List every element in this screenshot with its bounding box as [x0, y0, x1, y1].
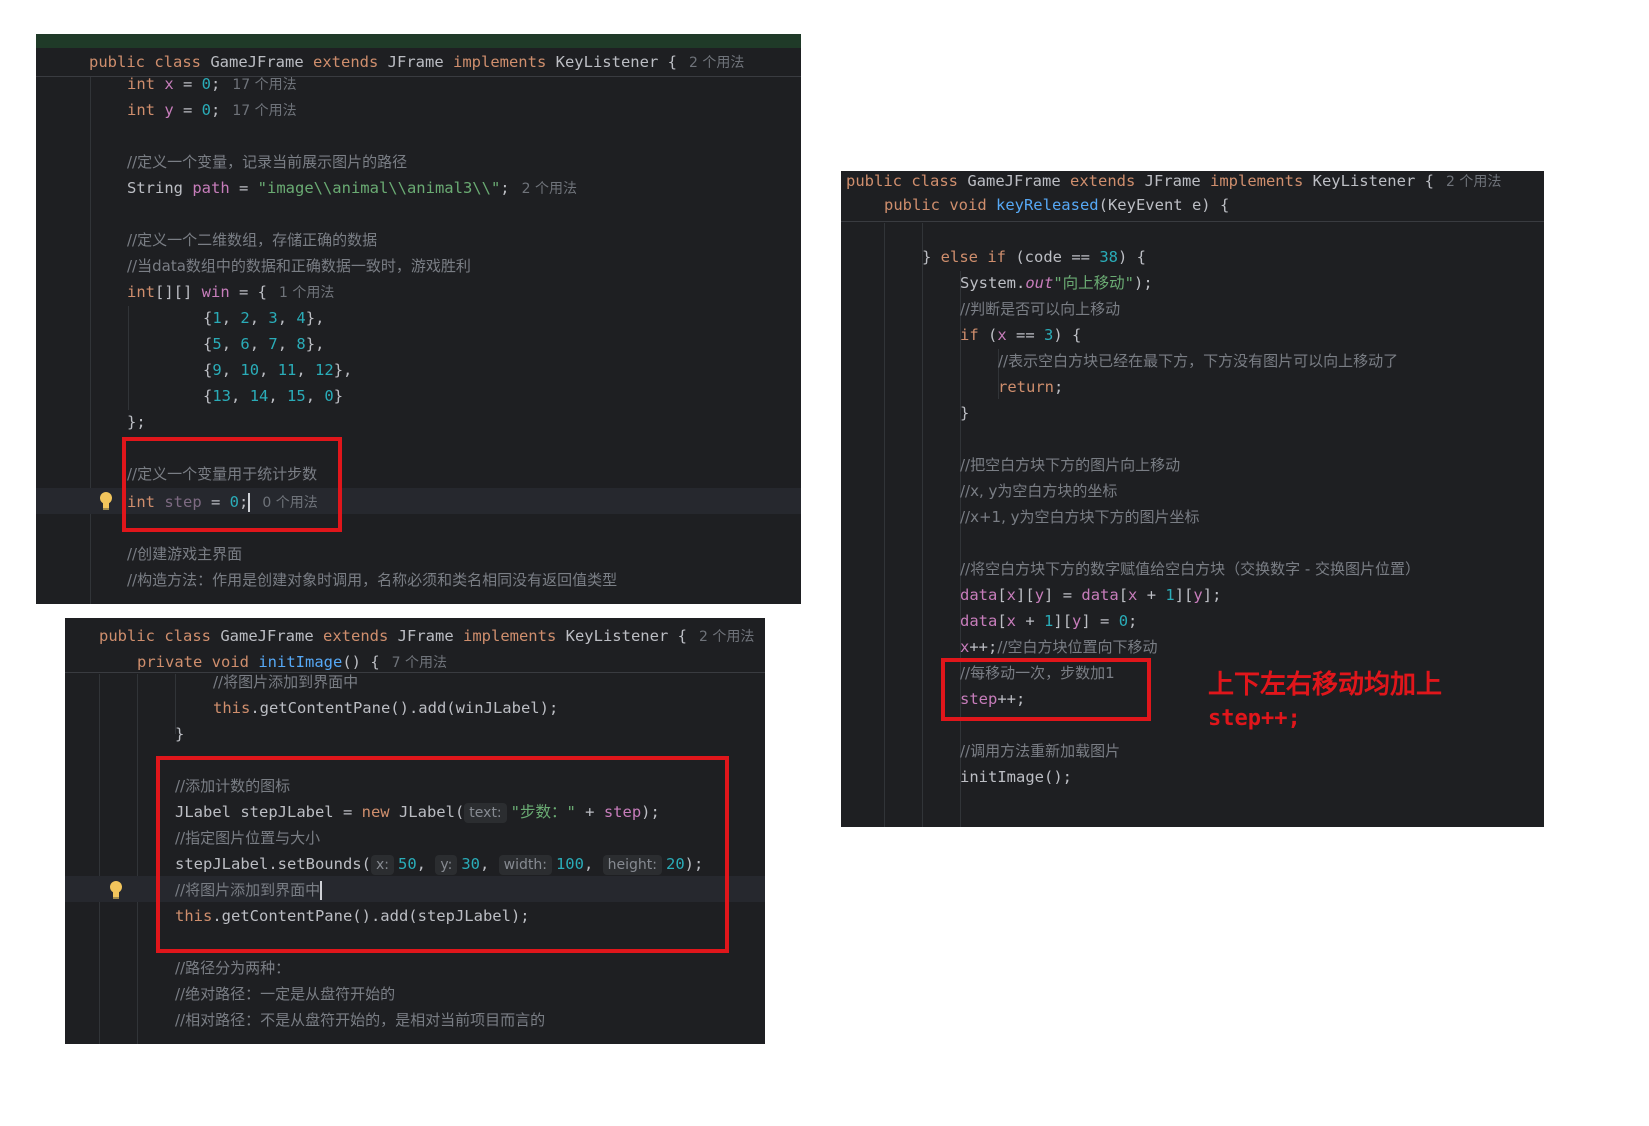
comment-path: //定义一个变量，记录当前展示图片的路径: [127, 153, 408, 171]
win-row[interactable]: {1, 2, 3, 4},: [203, 306, 324, 330]
method-signature[interactable]: public void keyReleased(KeyEvent e) {: [884, 196, 1229, 214]
comment-xy: //x, y为空白方块的坐标: [960, 482, 1118, 500]
win-row[interactable]: {13, 14, 15, 0}: [203, 384, 343, 408]
indent-guide: [884, 223, 885, 827]
win-declaration[interactable]: int[][] win = {1 个用法: [127, 280, 334, 304]
close-brace: }: [960, 404, 970, 422]
close-brace: }: [175, 725, 185, 743]
comment-assign: //将空白方块下方的数字赋值给空白方块（交换数字 - 交换图片位置）: [960, 560, 1421, 578]
editor-panel-keyreleased: public class GameJFrame extends JFrame i…: [841, 171, 1544, 827]
sticky-class-header: public class GameJFrame extends JFrame i…: [841, 171, 1544, 222]
win-cell: 9: [212, 361, 222, 379]
indent-guide: [128, 306, 129, 410]
usage-hint[interactable]: 7 个用法: [392, 655, 447, 671]
win-cell: 1: [212, 309, 222, 327]
comment-x1: //x+1, y为空白方块下方的图片坐标: [960, 508, 1200, 526]
add-win-label[interactable]: this.getContentPane().add(winJLabel);: [213, 696, 558, 720]
kw-implements: implements: [443, 53, 556, 71]
annotation-title: 上下左右移动均加上: [1208, 670, 1443, 700]
win-close: };: [127, 413, 146, 431]
usage-hint[interactable]: 2 个用法: [699, 629, 754, 645]
highlight-box-step-label: [156, 756, 729, 953]
comment-constructor: //构造方法：作用是创建对象时调用，名称必须和类名相同没有返回值类型: [127, 571, 618, 589]
usage-hint[interactable]: 2 个用法: [522, 181, 577, 197]
indent-guide: [922, 223, 923, 827]
comment-path-3: //相对路径：不是从盘符开始的，是相对当前项目而言的: [175, 1011, 546, 1029]
highlight-box-step-increment: [941, 658, 1151, 721]
if-bottom-check[interactable]: if (x == 3) {: [960, 323, 1081, 347]
usage-hint[interactable]: 2 个用法: [689, 55, 744, 71]
lightbulb-icon[interactable]: [99, 491, 113, 511]
y-declaration[interactable]: int y = 0; 17 个用法: [127, 98, 297, 122]
win-cell: 15: [287, 387, 306, 405]
interface-name: KeyListener {: [555, 53, 677, 71]
win-cell: 0: [324, 387, 334, 405]
usage-hint[interactable]: 2 个用法: [1446, 174, 1501, 190]
win-cell: 5: [212, 335, 222, 353]
lightbulb-icon[interactable]: [109, 880, 123, 900]
x-increment[interactable]: x++;//空白方块位置向下移动: [960, 635, 1157, 659]
comment-bottom: //表示空白方块已经在最下方，下方没有图片可以向上移动了: [998, 352, 1399, 370]
indent-guide: [99, 674, 100, 1044]
comment-add-top: //将图片添加到界面中: [213, 673, 359, 691]
win-cell: 13: [212, 387, 232, 405]
comment-path-1: //路径分为两种：: [175, 959, 291, 977]
win-cell: 14: [249, 387, 269, 405]
win-cell: 2: [240, 309, 250, 327]
usage-hint[interactable]: 17 个用法: [232, 103, 296, 119]
sticky-class-header: public class GameJFrame extends JFrame i…: [36, 48, 801, 77]
win-cell: 10: [240, 361, 260, 379]
println-up[interactable]: System.out"向上移动");: [960, 271, 1153, 295]
win-row[interactable]: {9, 10, 11, 12},: [203, 358, 352, 382]
win-cell: 8: [296, 335, 306, 353]
comment-win-2: //当data数组中的数据和正确数据一致时，游戏胜利: [127, 257, 471, 275]
indent-guide: [90, 76, 91, 604]
kw-public-class: public class: [89, 53, 211, 71]
win-row[interactable]: {5, 6, 7, 8},: [203, 332, 324, 356]
comment-check: //判断是否可以向上移动: [960, 300, 1121, 318]
path-declaration[interactable]: String path = "image\\animal\\animal3\\"…: [127, 176, 577, 200]
assign-swap[interactable]: data[x][y] = data[x + 1][y];: [960, 583, 1221, 607]
class-name: GameJFrame: [210, 53, 304, 71]
win-cell: 7: [268, 335, 278, 353]
kw-extends: extends: [303, 53, 388, 71]
usage-hint[interactable]: 1 个用法: [279, 285, 334, 301]
win-cell: 11: [277, 361, 297, 379]
assign-zero[interactable]: data[x + 1][y] = 0;: [960, 609, 1137, 633]
sticky-class-header: public class GameJFrame extends JFrame i…: [65, 618, 765, 673]
win-cell: 6: [240, 335, 250, 353]
panel-top-bar: [36, 34, 801, 48]
win-cell: 4: [296, 309, 306, 327]
annotation-code: step++;: [1208, 706, 1301, 731]
comment-reload: //调用方法重新加载图片: [960, 742, 1121, 760]
win-cell: 3: [268, 309, 278, 327]
return-stmt[interactable]: return;: [998, 375, 1063, 399]
comment-win-1: //定义一个二维数组，存储正确的数据: [127, 231, 378, 249]
init-image-call[interactable]: initImage();: [960, 765, 1072, 789]
else-if-up[interactable]: } else if (code == 38) {: [922, 245, 1146, 269]
highlight-box-step-declaration: [122, 437, 342, 532]
indent-guide: [137, 674, 138, 1044]
superclass-name: JFrame: [387, 53, 444, 71]
win-cell: 12: [315, 361, 334, 379]
usage-hint[interactable]: 17 个用法: [232, 77, 296, 93]
method-signature[interactable]: private void initImage() {7 个用法: [137, 652, 447, 672]
comment-ui: //创建游戏主界面: [127, 545, 243, 563]
comment-path-2: //绝对路径：一定是从盘符开始的: [175, 985, 396, 1003]
comment-move: //把空白方块下方的图片向上移动: [960, 456, 1181, 474]
